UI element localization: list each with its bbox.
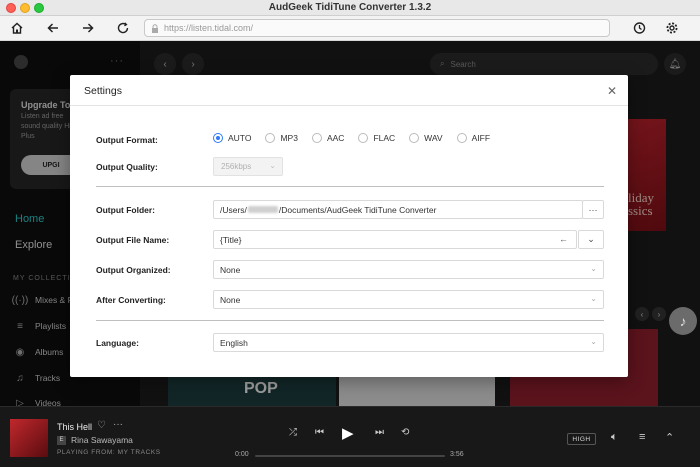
history-button[interactable] [630,19,648,37]
radio-unselected [409,133,420,143]
arrow-left-icon [47,23,58,33]
radio-unselected [311,133,322,143]
arrow-right-icon [83,23,94,33]
playing-from: PLAYING FROM: MY TRACKS [57,449,161,456]
format-radio-mp3[interactable]: MP3 [265,133,298,143]
ellipsis-icon: ··· [588,204,598,215]
language-value: English [220,337,248,348]
gear-icon [666,22,678,34]
radio-selected [213,133,223,143]
format-option-label: AAC [326,133,345,143]
settings-button[interactable] [663,19,681,37]
format-option-label: FLAC [373,133,396,143]
music-note-icon: ♪ [679,313,687,329]
reload-button[interactable] [114,19,132,37]
output-format-label: Output Format: [96,135,158,145]
after-converting-label: After Converting: [96,295,166,305]
redacted-username [247,206,278,213]
section-divider [96,186,604,187]
chevron-down-icon: ⌄ [590,264,597,273]
window-title: AudGeek TidiTune Converter 1.3.2 [268,2,432,13]
chevron-down-icon: ⌄ [269,161,276,170]
output-quality-select: 256kbps ⌄ [213,157,283,176]
url-bar[interactable]: https://listen.tidal.com/ [144,19,610,37]
settings-title: Settings [84,85,122,97]
output-format-radio-group: AUTO MP3 AAC FLAC WAV AIFF [213,133,504,143]
format-radio-auto[interactable]: AUTO [213,133,251,143]
file-name-dropdown-button[interactable]: ⌄ [578,230,604,249]
heart-icon[interactable]: ♡ [97,420,106,431]
output-file-name-label: Output File Name: [96,235,170,245]
next-icon[interactable]: ⏭︎ [375,427,384,438]
title-divider [70,105,628,106]
more-icon[interactable]: ··· [113,419,123,430]
radio-unselected [265,133,276,143]
format-radio-aac[interactable]: AAC [311,133,345,143]
history-icon [633,22,646,34]
play-icon[interactable]: ▶ [342,424,354,442]
format-radio-aiff[interactable]: AIFF [456,133,491,143]
browse-folder-button[interactable]: ··· [582,200,604,219]
format-radio-wav[interactable]: WAV [409,133,443,143]
volume-icon[interactable]: 🔈︎ [611,431,618,444]
repeat-icon[interactable]: ⟲ [401,427,409,438]
file-name-value: {Title} [220,234,242,245]
progress-bar[interactable] [255,455,445,457]
output-organized-label: Output Organized: [96,265,171,275]
lock-icon [152,23,158,33]
forward-button[interactable] [79,19,97,37]
language-label: Language: [96,338,139,348]
track-artist[interactable]: Rina Sawayama [71,435,133,445]
radio-unselected [358,133,369,143]
close-icon[interactable]: ✕ [607,84,617,98]
track-artist-row: E Rina Sawayama [57,435,133,445]
previous-icon[interactable]: ⏮︎ [315,427,324,438]
output-quality-value: 256kbps [221,162,252,171]
format-option-label: MP3 [280,133,298,143]
back-button[interactable] [44,19,62,37]
floating-music-button[interactable]: ♪ [669,307,697,335]
app-window: AudGeek TidiTune Converter 1.3.2 https:/… [0,0,700,467]
chevron-down-icon: ⌄ [590,294,597,303]
radio-unselected [456,133,467,143]
language-select[interactable]: English ⌄ [213,333,604,352]
settings-dialog: Settings ✕ Output Format: AUTO MP3 AAC F… [70,75,628,377]
time-current: 0:00 [235,451,249,458]
format-option-label: WAV [424,133,443,143]
chevron-down-icon: ⌄ [587,234,595,244]
toolbar: https://listen.tidal.com/ [0,16,700,41]
title-bar: AudGeek TidiTune Converter 1.3.2 [0,0,700,16]
track-title[interactable]: This Hell [57,422,92,432]
output-folder-field[interactable]: /Users/ /Documents/AudGeek TidiTune Conv… [213,200,583,219]
reload-icon [117,22,129,34]
home-button[interactable] [8,19,26,37]
after-converting-value: None [220,294,241,305]
player-bar: This Hell ♡ ··· E Rina Sawayama PLAYING … [0,406,700,467]
chevron-up-icon[interactable]: ⌃ [665,431,674,444]
quality-badge[interactable]: HIGH [567,433,596,445]
output-quality-label: Output Quality: [96,162,158,172]
track-cover[interactable] [10,419,48,457]
folder-path-prefix: /Users/ [220,204,247,215]
explicit-badge: E [57,435,66,445]
format-radio-flac[interactable]: FLAC [358,133,395,143]
enter-arrow-icon[interactable]: ← [559,234,568,244]
folder-path-suffix: /Documents/AudGeek TidiTune Converter [278,204,437,215]
home-icon [11,22,23,34]
queue-icon[interactable]: ≡ [639,431,645,443]
output-file-name-field[interactable]: {Title} ← [213,230,577,249]
section-divider [96,320,604,321]
time-total: 3:56 [450,451,464,458]
format-option-label: AUTO [228,133,252,143]
format-option-label: AIFF [471,133,491,143]
output-organized-select[interactable]: None ⌄ [213,260,604,279]
chevron-down-icon: ⌄ [590,337,597,346]
url-text: https://listen.tidal.com/ [164,23,254,33]
shuffle-icon[interactable]: ⤮ [289,427,297,438]
output-folder-label: Output Folder: [96,205,156,215]
output-organized-value: None [220,264,241,275]
after-converting-select[interactable]: None ⌄ [213,290,604,309]
